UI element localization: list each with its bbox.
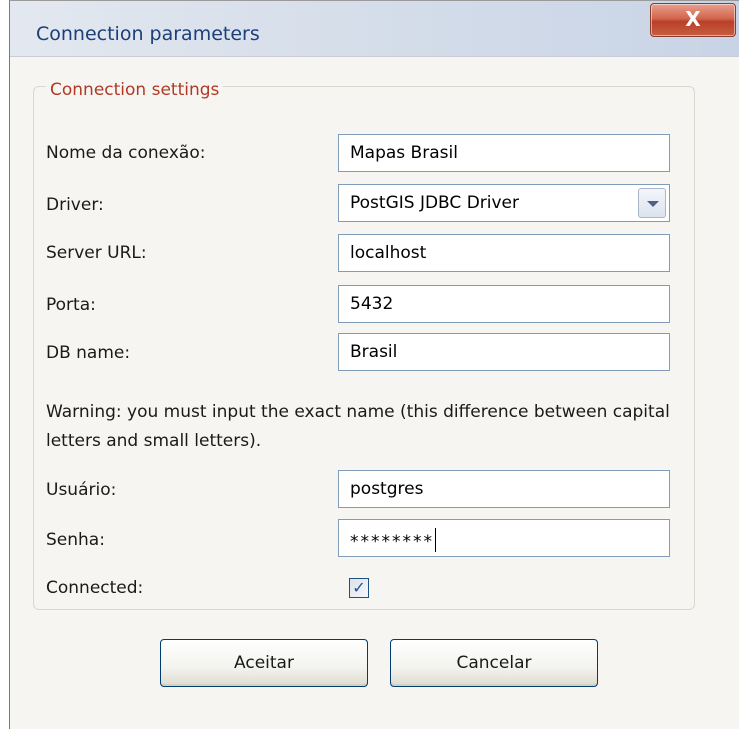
connection-name-label: Nome da conexão:: [46, 143, 206, 163]
connection-settings-legend: Connection settings: [46, 80, 224, 100]
user-input[interactable]: postgres: [338, 470, 670, 508]
close-icon: X: [685, 7, 701, 31]
db-name-input[interactable]: Brasil: [338, 333, 670, 371]
port-label: Porta:: [46, 295, 96, 315]
connection-name-input[interactable]: Mapas Brasil: [338, 134, 670, 172]
cancel-button[interactable]: Cancelar: [390, 639, 598, 687]
checkmark-icon: ✓: [352, 578, 366, 597]
case-sensitivity-warning: Warning: you must input the exact name (…: [46, 402, 670, 451]
driver-label: Driver:: [46, 195, 104, 215]
user-label: Usuário:: [46, 480, 117, 500]
accept-button[interactable]: Aceitar: [160, 639, 368, 687]
password-input[interactable]: ********: [338, 519, 670, 557]
dialog-title: Connection parameters: [36, 23, 260, 45]
password-masked-value: ********: [350, 532, 434, 552]
connected-label: Connected:: [46, 578, 144, 598]
title-bar[interactable]: Connection parameters: [10, 1, 739, 57]
server-url-input[interactable]: localhost: [338, 234, 670, 272]
close-button[interactable]: X: [650, 3, 736, 37]
port-input[interactable]: 5432: [338, 285, 670, 323]
connected-checkbox[interactable]: ✓: [349, 578, 369, 598]
db-name-label: DB name:: [46, 343, 131, 363]
driver-select[interactable]: PostGIS JDBC Driver: [338, 184, 670, 222]
password-label: Senha:: [46, 530, 105, 550]
driver-selected-value: PostGIS JDBC Driver: [350, 193, 520, 213]
text-caret: [435, 528, 436, 552]
server-url-label: Server URL:: [46, 243, 147, 263]
driver-dropdown-button[interactable]: [638, 188, 666, 218]
chevron-down-icon: [647, 201, 659, 207]
